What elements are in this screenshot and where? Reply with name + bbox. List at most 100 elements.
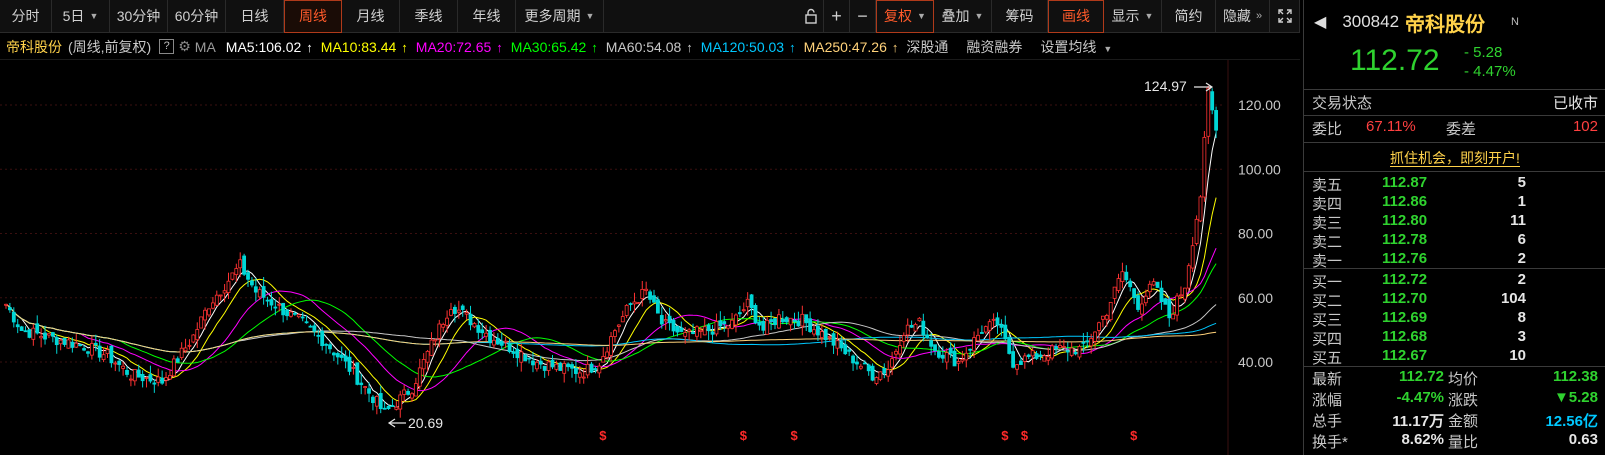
set-ma-dropdown[interactable]: 设置均线 ▼ [1040,37,1116,57]
tab-intraday[interactable]: 分时 [0,0,52,33]
candle-body [773,318,777,326]
dividend-marker-icon[interactable]: $ [791,428,799,443]
candle-body [1124,271,1129,281]
stat-label: 换手* [1312,434,1348,451]
bid-row[interactable]: 买一 112.72 2 [1304,271,1605,291]
ad-banner[interactable]: 抓住机会，即刻开户! [1304,148,1605,168]
tab-daily[interactable]: 日线 [226,0,284,33]
stat-label: 涨跌 [1448,392,1479,409]
candle-body [1019,360,1023,365]
candle-body [999,324,1004,328]
candle-body [632,301,637,305]
candle-body [1155,281,1160,288]
tab-monthly[interactable]: 月线 [342,0,400,33]
zoom-out-icon[interactable]: − [850,0,876,33]
bid-volume: 2 [1517,271,1526,288]
bid-row[interactable]: 买二 112.70 104 [1304,290,1605,310]
candle-body [1042,355,1047,362]
kline-chart[interactable]: 120.00 100.00 80.00 60.00 40.00 124.97 20.69… [0,60,1300,455]
tab-60min[interactable]: 60分钟 [168,0,226,33]
candle-body [788,317,793,326]
chevron-down-icon: ▼ [974,11,984,21]
dividend-marker-icon[interactable]: $ [1001,428,1009,443]
candle-body [593,368,598,371]
high-price-label: 124.97 [1144,78,1187,94]
hide-button[interactable]: 隐藏 » [1216,0,1270,33]
overlay-dropdown[interactable]: 叠加 ▼ [934,0,992,33]
candle-body [628,303,633,305]
candle-body [394,406,399,410]
candle-body [991,318,996,321]
dividend-marker-icon[interactable]: $ [1130,428,1138,443]
candle-body [226,280,231,294]
candle-body [964,352,969,361]
candle-body [944,352,949,363]
candle-body [199,316,204,329]
stock-app: 分时 5日 ▼ 30分钟 60分钟 日线 周线 月线 季线 年线 更多周期 ▼ + … [0,0,1605,455]
candle-body [538,360,543,365]
candle-body [1069,347,1074,356]
chevron-left-icon[interactable]: ◀ [1314,12,1326,32]
candle-body [695,326,699,337]
candle-body [757,321,762,326]
ask-row[interactable]: 卖四 112.86 1 [1304,193,1605,213]
ask-price: 112.86 [1382,193,1428,210]
candle-body [527,357,531,360]
more-periods-dropdown[interactable]: 更多周期 ▼ [516,0,604,33]
adjust-dropdown[interactable]: 复权 ▼ [876,0,934,33]
ma5-line [5,132,1217,409]
y-tick-label: 120.00 [1238,97,1281,113]
candle-body [468,313,473,326]
dividend-marker-icon[interactable]: $ [1021,428,1029,443]
chips-button[interactable]: 筹码 [992,0,1048,33]
candle-body [722,321,727,325]
fullscreen-icon[interactable] [1270,0,1300,33]
candle-body [1198,196,1203,222]
candle-body [1022,355,1027,362]
candle-body [472,323,477,328]
zoom-in-icon[interactable]: + [824,0,850,33]
ma120-value: MA120:50.03 ↑ [701,39,800,55]
ma120-text: MA120:50.03 [700,38,785,55]
candle-body [160,377,165,384]
dividend-marker-icon[interactable]: $ [599,428,607,443]
lock-icon[interactable] [798,0,824,33]
bid-price: 112.68 [1382,328,1428,345]
stat-label: 金额 [1448,413,1479,430]
help-icon[interactable]: ? [159,39,175,54]
candle-body [577,372,582,378]
chevron-down-icon: ▼ [917,11,926,21]
candle-body [207,308,211,316]
trade-status-label: 交易状态 [1312,95,1373,112]
tab-yearly[interactable]: 年线 [458,0,516,33]
draw-line-button[interactable]: 画线 [1048,0,1104,33]
ask-row[interactable]: 卖二 112.78 6 [1304,231,1605,251]
ask-row[interactable]: 卖一 112.76 2 [1304,250,1605,270]
candle-body [1054,346,1058,350]
dividend-marker-icon[interactable]: $ [740,428,748,443]
ask-row[interactable]: 卖五 112.87 5 [1304,174,1605,194]
candle-body [27,329,32,338]
price-change-pct: - 4.47% [1464,63,1516,80]
candle-body [1015,364,1019,370]
candle-body [558,362,563,371]
candle-body [956,361,961,364]
tab-5day[interactable]: 5日 ▼ [52,0,110,33]
candle-body [940,354,945,359]
ask-row[interactable]: 卖三 112.80 11 [1304,212,1605,232]
bid-row[interactable]: 买四 112.68 3 [1304,328,1605,348]
candle-body [866,364,871,372]
tab-quarterly[interactable]: 季线 [400,0,458,33]
candle-body [886,369,891,377]
bid-row[interactable]: 买三 112.69 8 [1304,309,1605,329]
gear-icon[interactable]: ⚙ [178,38,191,55]
candle-body [8,307,12,311]
margin-trading-link[interactable]: 融资融券 [966,37,1022,57]
tab-30min[interactable]: 30分钟 [110,0,168,33]
bid-row[interactable]: 买五 112.67 10 [1304,347,1605,367]
simple-button[interactable]: 简约 [1162,0,1216,33]
tab-weekly[interactable]: 周线 [284,0,342,33]
candle-body [745,298,750,308]
sz-connect-link[interactable]: 深股通 [906,37,948,57]
display-dropdown[interactable]: 显示 ▼ [1104,0,1162,33]
